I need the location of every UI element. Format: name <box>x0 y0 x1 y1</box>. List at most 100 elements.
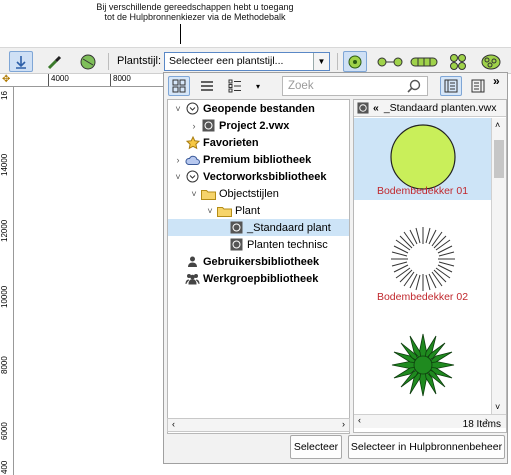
scroll-right-icon[interactable]: › <box>342 419 345 429</box>
thumbnail-view-button[interactable] <box>168 76 190 96</box>
vwx-file-icon <box>201 119 216 133</box>
tree-item-favorites[interactable]: Favorieten <box>168 134 349 151</box>
collapse-chevron-icon[interactable]: ˅ <box>172 104 184 114</box>
detail-view-button[interactable] <box>224 76 246 96</box>
overflow-chevron-icon[interactable]: » <box>493 74 500 88</box>
tree-horizontal-scrollbar[interactable]: ‹ › <box>167 418 350 432</box>
separator <box>108 53 109 70</box>
search-input[interactable]: Zoek <box>282 76 428 96</box>
dropdown-arrow-icon: ▾ <box>255 81 260 91</box>
eyedropper-icon <box>47 55 62 69</box>
tree-item-user-library[interactable]: Gebruikersbibliotheek <box>168 253 349 270</box>
star-icon <box>185 135 200 150</box>
tree-item-opened-files[interactable]: ˅ Geopende bestanden <box>168 100 349 117</box>
vertical-ruler: 16 14000 12000 10000 8000 6000 400 <box>0 74 14 475</box>
tree-item-label: Objectstijlen <box>219 187 279 200</box>
folder-icon <box>217 204 232 218</box>
scroll-up-icon[interactable]: ˄ <box>495 120 500 130</box>
ruler-label: 400 <box>0 460 9 474</box>
ruler-label: 10000 <box>0 285 9 308</box>
preview-file-name: _Standaard planten.vwx <box>383 102 497 114</box>
preview-vertical-scrollbar[interactable]: ˄ ˅ <box>491 118 506 414</box>
circle-chevron-icon <box>185 102 200 116</box>
plant-row-icon <box>410 57 438 66</box>
tree-item-workgroup-library[interactable]: Werkgroepbibliotheek <box>168 270 349 287</box>
tree-item-project-file[interactable]: › Project 2.vwx <box>168 117 349 134</box>
tree-item-standard-plants[interactable]: _Standaard plant <box>168 219 349 236</box>
tree-item-label: Gebruikersbibliotheek <box>203 255 320 268</box>
scroll-left-icon[interactable]: ‹ <box>172 419 175 429</box>
back-chevron-icon[interactable]: « <box>373 102 379 114</box>
resource-tile-label: Bodembedekker 02 <box>376 291 469 303</box>
list-view-button[interactable] <box>196 76 218 96</box>
grid-mode-button[interactable] <box>446 51 470 72</box>
collapse-chevron-icon[interactable]: ˅ <box>204 206 216 216</box>
line-mode-button[interactable] <box>375 51 405 72</box>
ruler-label: 6000 <box>0 422 9 440</box>
tree-item-label: Plant <box>235 204 261 217</box>
callout-text: Bij verschillende gereedschappen hebt u … <box>70 2 320 22</box>
single-plant-mode-button[interactable] <box>343 51 367 72</box>
resource-selector-panel: ▾ Zoek » ˅ Geopende bestanden › Project … <box>163 72 508 464</box>
preview-header: « _Standaard planten.vwx <box>354 100 506 117</box>
folder-icon <box>201 187 216 201</box>
callout-line-2: tot de Hulpbronnenkiezer via de Methodeb… <box>104 12 286 22</box>
resource-tile-2[interactable] <box>354 218 491 300</box>
tree-item-technical-plants[interactable]: Planten technisc <box>168 236 349 253</box>
groundcover-burst-icon <box>390 227 455 291</box>
place-mode-button[interactable] <box>9 51 33 72</box>
plant-style-select[interactable]: Selecteer een plantstijl... ▼ <box>164 52 330 71</box>
dropdown-arrow-icon[interactable]: ▼ <box>313 53 329 70</box>
plant-style-value: Selecteer een plantstijl... <box>169 55 284 67</box>
vwx-file-icon <box>229 238 244 252</box>
resource-preview-pane: « _Standaard planten.vwx Bodembedekker 0… <box>353 99 507 433</box>
shrub-symbol-icon <box>391 333 454 397</box>
tree-item-plant-folder[interactable]: ˅ Plant <box>168 202 349 219</box>
tree-item-premium-library[interactable]: › Premium bibliotheek <box>168 151 349 168</box>
detail-list-icon <box>228 79 241 93</box>
plant-line-icon <box>377 57 403 66</box>
select-button[interactable]: Selecteer <box>290 435 342 459</box>
scroll-left-icon[interactable]: ‹ <box>358 415 361 425</box>
tree-item-label: Vectorworksbibliotheek <box>203 170 327 183</box>
plant-grid-icon <box>450 53 466 70</box>
tree-item-label: Premium bibliotheek <box>203 153 312 166</box>
panel-toolbar: ▾ Zoek » <box>164 73 507 99</box>
library-tree: ˅ Geopende bestanden › Project 2.vwx Fav… <box>167 99 350 434</box>
separator <box>337 53 338 70</box>
select-in-resource-manager-button[interactable]: Selecteer in Hulpbronnenbeheer <box>348 435 505 459</box>
collapse-chevron-icon[interactable]: ˅ <box>172 172 184 182</box>
ruler-label: 8000 <box>110 74 131 86</box>
tree-item-label: _Standaard plant <box>247 221 331 234</box>
row-mode-button[interactable] <box>409 51 439 72</box>
method-bar: Plantstijl: Selecteer een plantstijl... … <box>0 47 511 74</box>
plant-symbol-icon <box>389 124 456 190</box>
vwx-file-icon <box>229 221 244 235</box>
area-mode-button[interactable] <box>479 51 503 72</box>
circle-chevron-icon <box>185 170 200 184</box>
ruler-label: 8000 <box>0 356 9 374</box>
collapse-chevron-icon[interactable]: ˅ <box>188 189 200 199</box>
search-icon[interactable] <box>406 78 422 94</box>
drawing-canvas[interactable] <box>15 88 165 475</box>
grid-view-icon <box>172 79 186 93</box>
view-options-dropdown[interactable]: ▾ <box>250 76 266 96</box>
scroll-down-icon[interactable]: ˅ <box>495 402 500 412</box>
plant-globe-icon <box>80 54 96 69</box>
show-tree-button[interactable] <box>440 76 462 96</box>
show-preview-button[interactable] <box>467 76 489 96</box>
vwx-file-icon <box>357 102 369 114</box>
resource-tile-3[interactable] <box>354 326 491 406</box>
cloud-icon <box>185 153 200 167</box>
scroll-thumb[interactable] <box>494 140 504 178</box>
plant-mode-button[interactable] <box>76 51 100 72</box>
expand-chevron-icon[interactable]: › <box>172 155 184 165</box>
expand-chevron-icon[interactable]: › <box>188 121 200 131</box>
ruler-label: 4000 <box>48 74 69 86</box>
preview-panel-icon <box>471 79 485 93</box>
tree-item-object-styles[interactable]: ˅ Objectstijlen <box>168 185 349 202</box>
pickup-mode-button[interactable] <box>43 51 67 72</box>
tree-item-label: Geopende bestanden <box>203 102 315 115</box>
resource-tile-label: Bodembedekker 01 <box>376 185 469 197</box>
tree-item-vectorworks-library[interactable]: ˅ Vectorworksbibliotheek <box>168 168 349 185</box>
